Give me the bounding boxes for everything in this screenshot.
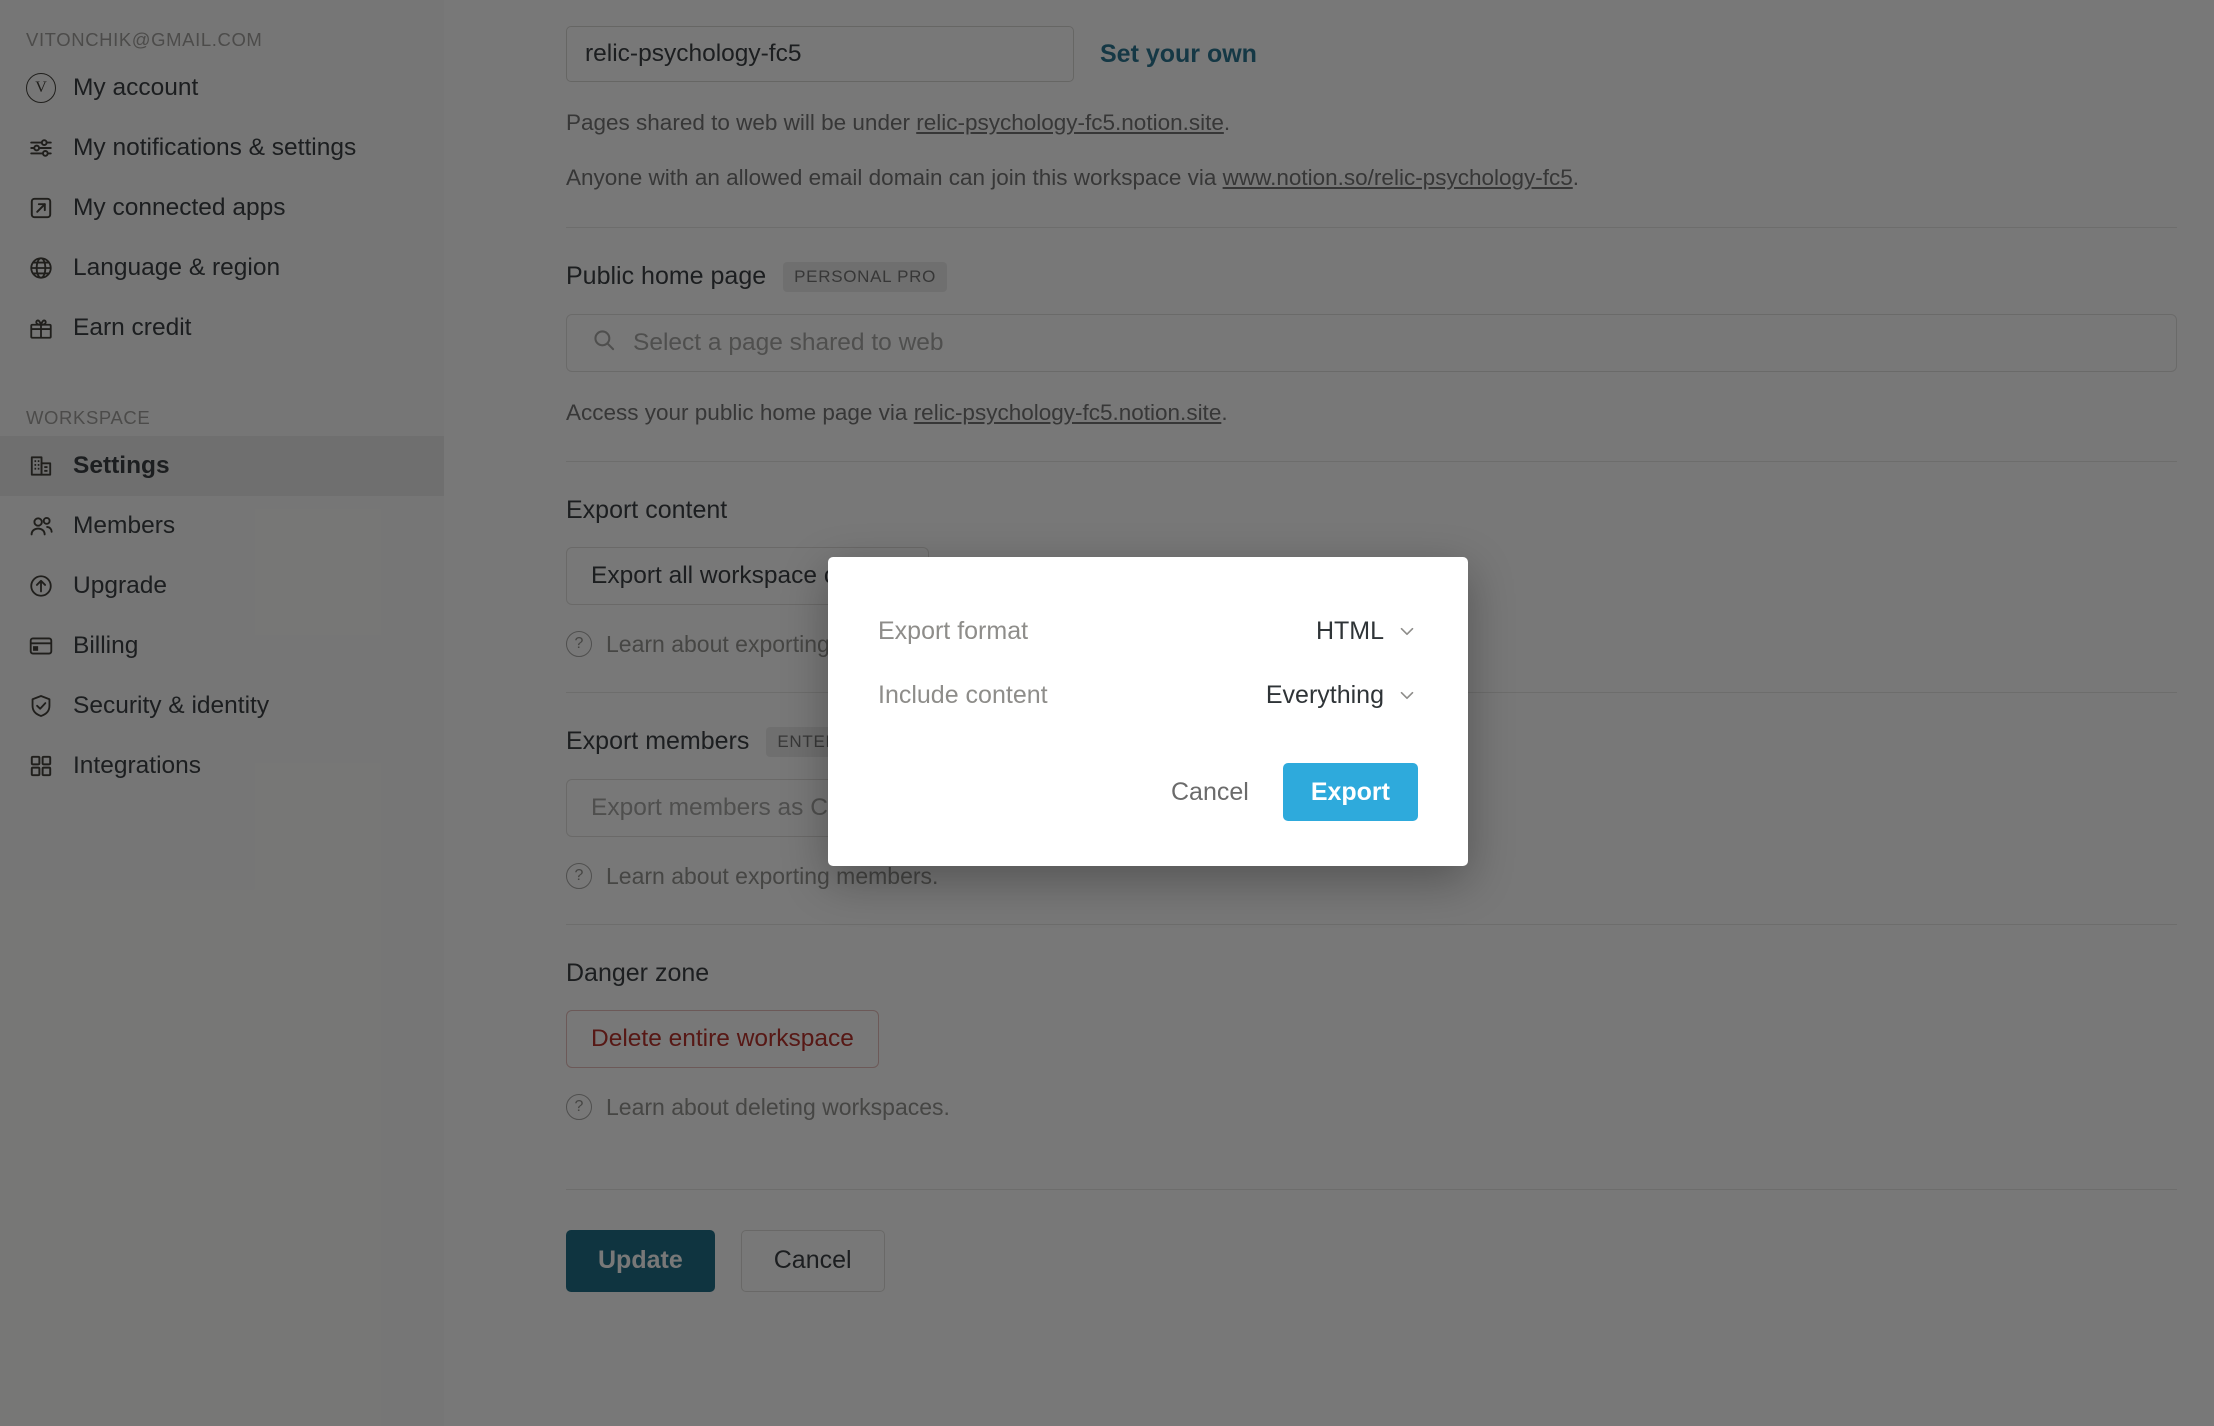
export-dialog-actions: Cancel Export — [878, 763, 1418, 821]
include-content-row: Include content Everything — [878, 663, 1418, 727]
export-format-row: Export format HTML — [878, 599, 1418, 663]
export-format-select[interactable]: HTML — [1316, 617, 1418, 646]
export-dialog: Export format HTML Include content Every… — [828, 557, 1468, 866]
chevron-down-icon — [1396, 684, 1418, 706]
include-content-select[interactable]: Everything — [1266, 681, 1418, 710]
chevron-down-icon — [1396, 620, 1418, 642]
dialog-export-button[interactable]: Export — [1282, 763, 1418, 821]
dialog-cancel-button[interactable]: Cancel — [1167, 770, 1253, 815]
include-content-value: Everything — [1265, 680, 1384, 709]
export-format-label: Export format — [878, 616, 1029, 645]
include-content-label: Include content — [878, 680, 1048, 709]
export-format-value: HTML — [1315, 616, 1384, 645]
app-root: VITONCHIK@GMAIL.COM V My account My noti… — [0, 0, 2214, 1426]
